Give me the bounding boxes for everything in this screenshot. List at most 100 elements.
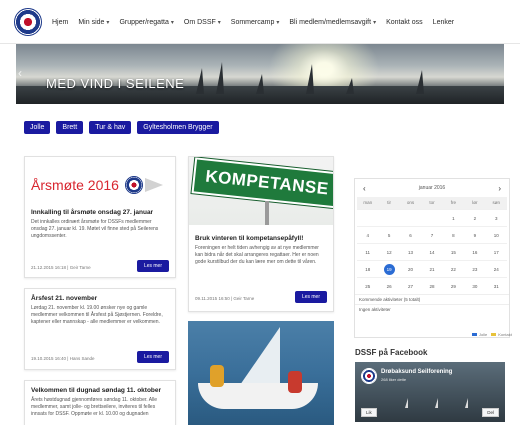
facebook-page-name[interactable]: Drøbaksund Seilforening — [381, 369, 452, 375]
nav-item-label: Grupper/regatta — [119, 18, 169, 26]
calendar-day[interactable]: 11 — [357, 243, 379, 260]
calendar-day-number: 6 — [409, 233, 412, 238]
calendar-day[interactable]: 13 — [399, 243, 422, 260]
calendar-day[interactable]: 4 — [357, 226, 379, 243]
nav-item[interactable]: Sommercamp ▾ — [231, 19, 280, 26]
calendar-day[interactable]: 10 — [485, 226, 507, 243]
calendar-day-number: 14 — [429, 250, 435, 255]
read-more-button[interactable]: Les mer — [136, 260, 169, 272]
calendar-day-number: 3 — [495, 216, 498, 221]
calendar-day-number: 30 — [472, 284, 478, 289]
legend-swatch — [472, 333, 477, 336]
calendar-day-number: 17 — [493, 250, 499, 255]
calendar-day-number: 5 — [387, 233, 391, 238]
calendar-prev-icon[interactable]: ‹ — [363, 184, 366, 193]
calendar-day[interactable]: 15 — [442, 243, 465, 260]
calendar-next-icon[interactable]: › — [498, 184, 501, 193]
calendar-day-number: 27 — [408, 284, 414, 289]
news-title[interactable]: Velkommen til dugnad søndag 11. oktober — [31, 387, 169, 394]
calendar-day[interactable]: 7 — [421, 226, 443, 243]
calendar-day[interactable]: 19 — [378, 260, 400, 277]
calendar-day-number: 21 — [429, 267, 435, 272]
calendar-day[interactable]: 23 — [464, 260, 486, 277]
news-card-dugnad: Velkommen til dugnad søndag 11. oktober … — [24, 380, 176, 425]
hero-title: MED VIND I SEILENE — [46, 76, 185, 91]
calendar-day[interactable]: 6 — [399, 226, 422, 243]
chevron-down-icon: ▾ — [170, 19, 174, 26]
calendar-upcoming-label[interactable]: Kommende aktiviteter (5 totalt) — [355, 294, 509, 304]
calendar-day[interactable]: 1 — [442, 209, 465, 226]
calendar-header: ‹ januar 2016 › — [355, 179, 509, 197]
facebook-widget[interactable]: Drøbaksund Seilforening 268 liker dette … — [355, 362, 505, 422]
calendar-day[interactable]: 25 — [357, 277, 379, 294]
facebook-like-button[interactable]: Lik — [361, 408, 377, 417]
news-excerpt: Det innkalles ordinært årsmøte for DSSFs… — [31, 219, 159, 239]
calendar-day[interactable]: 28 — [421, 277, 443, 294]
news-excerpt: Foreningen er helt tiden avhengig av at … — [195, 245, 319, 265]
aarsmote-banner-title: Årsmøte 2016 — [31, 177, 119, 193]
facebook-share-button[interactable]: Del — [482, 408, 499, 417]
read-more-button[interactable]: Les mer — [136, 351, 169, 363]
nav-item[interactable]: Grupper/regatta ▾ — [119, 19, 173, 26]
tur-hav-button[interactable]: Tur & hav — [89, 121, 132, 134]
site-header: Hjem Min side ▾ Grupper/regatta ▾ Om DSSF ▾ Som… — [0, 0, 520, 44]
news-title[interactable]: Bruk vinteren til kompetansepåfyll! — [195, 235, 327, 242]
jolle-button[interactable]: Jolle — [24, 121, 51, 134]
calendar-day[interactable]: 2 — [464, 209, 486, 226]
news-meta: 21.12.2015 16:18 | Geir Tarne — [31, 265, 91, 270]
calendar-day[interactable]: 21 — [421, 260, 443, 277]
event-calendar: ‹ januar 2016 › man tir ons tor fre lør søn 1 2 3… — [354, 178, 510, 338]
nav-item[interactable]: Om DSSF ▾ — [184, 19, 221, 26]
sign-post — [265, 201, 269, 225]
calendar-day[interactable]: 12 — [378, 243, 400, 260]
calendar-day[interactable]: 24 — [485, 260, 507, 277]
calendar-day[interactable]: 17 — [485, 243, 507, 260]
calendar-day[interactable]: 31 — [485, 277, 507, 294]
calendar-day[interactable]: 26 — [378, 277, 400, 294]
calendar-day[interactable]: 27 — [399, 277, 422, 294]
sailboat-icon — [465, 398, 468, 408]
sailboat-icon — [256, 74, 264, 94]
calendar-day — [399, 209, 422, 226]
calendar-day[interactable]: 18 — [357, 260, 379, 277]
chevron-down-icon: ▾ — [276, 19, 280, 26]
news-card-aarsmote: Årsmøte 2016 Innkalling til årsmøte onsd… — [24, 156, 176, 278]
nav-item[interactable]: Bli medlem/medlemsavgift ▾ — [289, 19, 376, 26]
news-card-kompetanse: KOMPETANSE Bruk vinteren til kompetansep… — [188, 156, 334, 312]
hero-banner: ‹ MED VIND I SEILENE — [16, 44, 504, 104]
calendar-day[interactable]: 16 — [464, 243, 486, 260]
calendar-day-number: 28 — [429, 284, 435, 289]
calendar-day-number: 26 — [386, 284, 392, 289]
calendar-day[interactable]: 5 — [378, 226, 400, 243]
calendar-day[interactable]: 3 — [485, 209, 507, 226]
gyltesholmen-button[interactable]: Gyltesholmen Brygger — [137, 121, 219, 134]
nav-item[interactable]: Lenker — [433, 19, 454, 26]
calendar-day[interactable]: 30 — [464, 277, 486, 294]
calendar-day[interactable]: 14 — [421, 243, 443, 260]
calendar-day-number: 9 — [473, 233, 477, 238]
brett-button[interactable]: Brett — [56, 121, 84, 134]
calendar-weekday: lør — [464, 197, 486, 209]
calendar-day[interactable]: 22 — [442, 260, 465, 277]
club-logo-icon[interactable] — [14, 8, 42, 36]
calendar-day[interactable]: 29 — [442, 277, 465, 294]
nav-item-label: Bli medlem/medlemsavgift — [289, 18, 372, 26]
calendar-day[interactable]: 20 — [399, 260, 422, 277]
nav-item[interactable]: Kontakt oss — [386, 19, 423, 26]
calendar-day — [378, 209, 400, 226]
nav-item[interactable]: Hjem — [52, 19, 68, 26]
news-title[interactable]: Årsfest 21. november — [31, 295, 169, 302]
read-more-button[interactable]: Les mer — [294, 291, 327, 303]
calendar-weekday: tir — [378, 197, 400, 209]
hero-prev-arrow-icon[interactable]: ‹ — [18, 66, 22, 80]
news-title[interactable]: Innkalling til årsmøte onsdag 27. januar — [31, 209, 169, 216]
legend-swatch — [491, 333, 497, 336]
calendar-day-number: 13 — [408, 250, 414, 255]
nav-item[interactable]: Min side ▾ — [78, 19, 109, 26]
calendar-day[interactable]: 9 — [464, 226, 486, 243]
calendar-day[interactable]: 8 — [442, 226, 465, 243]
calendar-day-number: 25 — [365, 284, 371, 289]
chevron-down-icon: ▾ — [373, 19, 377, 26]
calendar-day-number: 10 — [493, 233, 499, 238]
calendar-day-number: 19 — [383, 264, 395, 275]
